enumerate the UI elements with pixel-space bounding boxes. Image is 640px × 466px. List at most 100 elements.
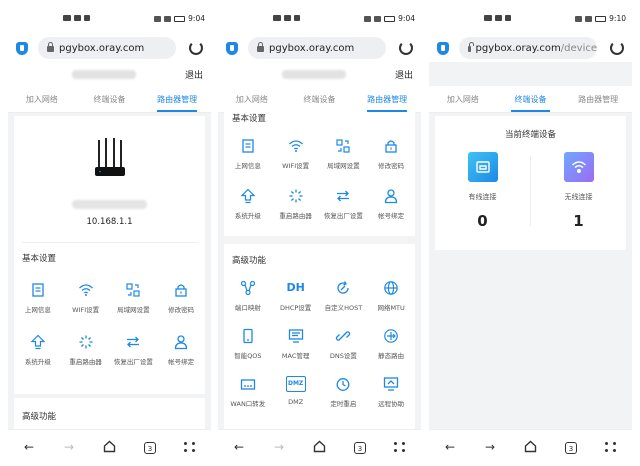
status-bar: 9:04 <box>218 0 421 34</box>
globe-icon <box>383 280 399 296</box>
url-field[interactable]: pgybox.oray.com <box>38 37 176 59</box>
wifi-icon <box>563 152 594 182</box>
status-bar: 9:10 <box>429 0 632 34</box>
basic-item-factory-reset[interactable]: 恢复出厂设置 <box>320 188 368 220</box>
basic-item-account-binding[interactable]: 帐号绑定 <box>367 188 415 220</box>
swap-arrows-icon <box>335 188 351 204</box>
logout-button[interactable]: 退出 <box>185 68 203 81</box>
status-bar: 9:04 <box>8 0 211 34</box>
adv-item-dhcp[interactable]: DH DHCP设置 <box>272 280 320 312</box>
adv-item-scheduled-reboot[interactable]: 定时重启 <box>320 376 368 408</box>
basic-item-upgrade[interactable]: 系统升级 <box>224 188 272 220</box>
page-content: 基本设置 上网信息 WIFI设置 局域网设置 修改密码 系统升级 重启路由器 恢… <box>218 112 421 430</box>
basic-item-online-info[interactable]: 上网信息 <box>224 138 272 170</box>
basic-item-account-binding[interactable]: 帐号绑定 <box>157 334 205 366</box>
basic-item-wifi[interactable]: WIFI设置 <box>272 138 320 170</box>
address-bar: pgybox.oray.com <box>8 34 211 62</box>
basic-item-lan[interactable]: 局域网设置 <box>110 282 158 314</box>
tab-devices[interactable]: 终端设备 <box>286 86 354 112</box>
wifi-status-icon <box>164 15 172 22</box>
reload-icon[interactable] <box>189 41 203 55</box>
shield-icon[interactable] <box>437 42 449 55</box>
tab-router-management[interactable]: 路由器管理 <box>353 86 421 112</box>
tab-join-network[interactable]: 加入网络 <box>218 86 286 112</box>
home-icon[interactable] <box>313 440 326 454</box>
main-tabs: 加入网络 终端设备 路由器管理 <box>218 86 421 113</box>
adv-item-mtu[interactable]: 网络MTU <box>367 280 415 312</box>
signal-icons <box>273 15 300 21</box>
document-icon <box>30 282 46 298</box>
main-tabs: 加入网络 终端设备 路由器管理 <box>8 86 211 113</box>
upgrade-arrow-icon <box>30 334 46 350</box>
reload-icon[interactable] <box>399 41 413 55</box>
more-menu-icon[interactable] <box>394 442 406 456</box>
account-bar: 退出 <box>8 62 211 86</box>
adv-item-static-route[interactable]: 静态路由 <box>367 328 415 360</box>
back-arrow-icon[interactable]: ← <box>234 440 244 454</box>
wireless-connection[interactable]: 无线连接 1 <box>531 152 626 230</box>
basic-item-reboot[interactable]: 重启路由器 <box>272 188 320 220</box>
tab-devices[interactable]: 终端设备 <box>76 86 144 112</box>
ethernet-icon <box>467 152 498 182</box>
signal-icons <box>484 15 511 21</box>
basic-item-password[interactable]: 修改密码 <box>367 138 415 170</box>
basic-settings-title: 基本设置 <box>22 254 57 264</box>
status-time: 9:04 <box>398 14 415 23</box>
wireless-count: 1 <box>573 212 584 230</box>
address-bar: pgybox.oray.com <box>218 34 421 62</box>
url-field[interactable]: pgybox.oray.com <box>248 37 386 59</box>
more-menu-icon[interactable] <box>605 442 617 456</box>
url-field[interactable]: pgybox.oray.com/device <box>459 37 597 59</box>
alarm-icon <box>364 15 372 22</box>
forward-arrow-icon[interactable]: → <box>64 440 74 454</box>
more-menu-icon[interactable] <box>184 442 196 456</box>
basic-item-password[interactable]: 修改密码 <box>157 282 205 314</box>
back-arrow-icon[interactable]: ← <box>445 440 455 454</box>
advanced-card: 高级功能 <box>14 398 205 430</box>
adv-item-wan-forward[interactable]: WAN口转发 <box>224 376 272 408</box>
adv-item-mac[interactable]: MAC管理 <box>272 328 320 360</box>
adv-item-remote-assist[interactable]: 远程协助 <box>367 376 415 408</box>
wifi-icon <box>78 282 94 298</box>
refresh-link-icon <box>335 280 351 296</box>
battery-icon <box>174 15 186 22</box>
tab-join-network[interactable]: 加入网络 <box>8 86 76 112</box>
back-arrow-icon[interactable]: ← <box>24 440 34 454</box>
basic-item-lan[interactable]: 局域网设置 <box>320 138 368 170</box>
basic-item-reboot[interactable]: 重启路由器 <box>62 334 110 366</box>
forward-arrow-icon[interactable]: → <box>485 440 495 454</box>
tab-router-management[interactable]: 路由器管理 <box>564 86 632 112</box>
adv-item-dns[interactable]: DNS设置 <box>320 328 368 360</box>
logout-button[interactable]: 退出 <box>395 68 413 81</box>
basic-item-factory-reset[interactable]: 恢复出厂设置 <box>110 334 158 366</box>
tab-devices[interactable]: 终端设备 <box>497 86 565 112</box>
adv-item-dmz[interactable]: DMZ DMZ <box>272 376 320 408</box>
battery-icon <box>384 15 396 22</box>
shield-icon[interactable] <box>226 42 238 55</box>
shield-icon[interactable] <box>16 42 28 55</box>
reload-icon[interactable] <box>610 41 624 55</box>
basic-item-upgrade[interactable]: 系统升级 <box>14 334 62 366</box>
tab-join-network[interactable]: 加入网络 <box>429 86 497 112</box>
tabs-button[interactable]: 3 <box>144 440 156 454</box>
wired-count: 0 <box>477 212 488 230</box>
swap-arrows-icon <box>125 334 141 350</box>
devices-card: 当前终端设备 有线连接 0 无线连接 1 <box>435 116 626 250</box>
wired-connection[interactable]: 有线连接 0 <box>435 152 530 230</box>
url-text: pgybox.oray.com <box>59 42 145 54</box>
forward-arrow-icon[interactable]: → <box>274 440 284 454</box>
home-icon[interactable] <box>103 440 116 454</box>
tab-router-management[interactable]: 路由器管理 <box>143 86 211 112</box>
phone-screen-devices: 9:10 pgybox.oray.com/device 加入网络 终端设备 路由… <box>429 0 632 466</box>
basic-item-wifi[interactable]: WIFI设置 <box>62 282 110 314</box>
tabs-button[interactable]: 3 <box>565 440 577 454</box>
lock-icon <box>383 138 399 154</box>
tabs-button[interactable]: 3 <box>354 440 366 454</box>
blurred-account-name <box>72 70 136 79</box>
adv-item-custom-host[interactable]: 自定义HOST <box>320 280 368 312</box>
home-icon[interactable] <box>524 440 537 454</box>
adv-item-port-mapping[interactable]: 端口映射 <box>224 280 272 312</box>
basic-item-online-info[interactable]: 上网信息 <box>14 282 62 314</box>
document-icon <box>240 138 256 154</box>
adv-item-qos[interactable]: 智能QOS <box>224 328 272 360</box>
